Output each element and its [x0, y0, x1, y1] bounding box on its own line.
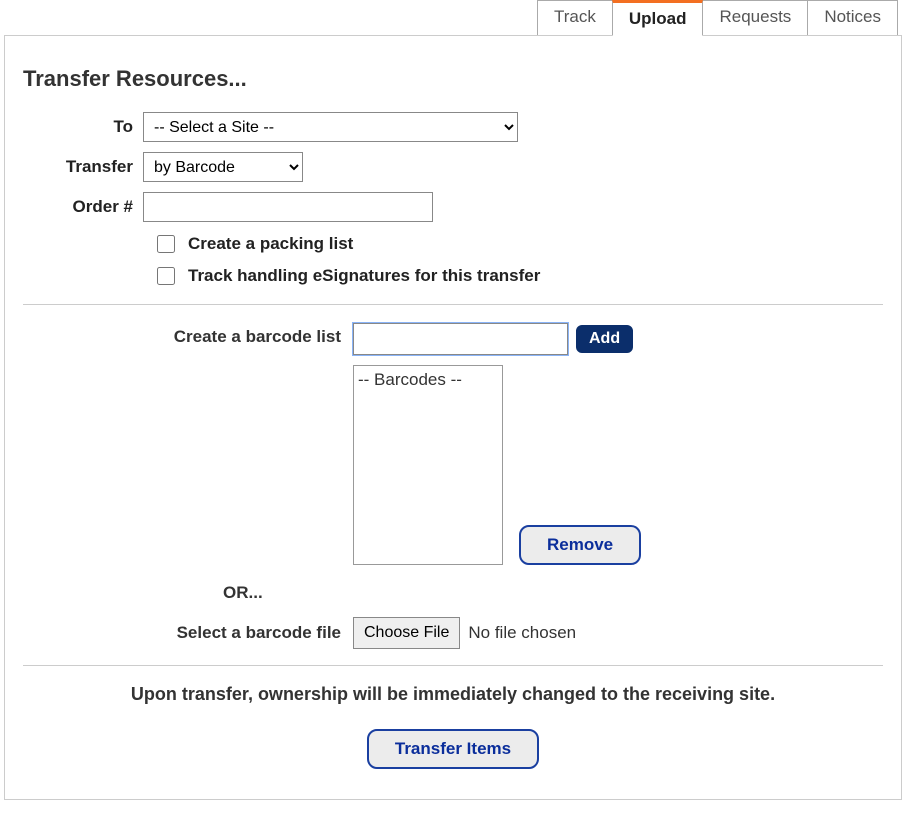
file-status: No file chosen [468, 623, 576, 643]
esign-label: Track handling eSignatures for this tran… [188, 266, 540, 286]
transfer-select[interactable]: by Barcode [143, 152, 303, 182]
site-select[interactable]: -- Select a Site -- [143, 112, 518, 142]
or-label: OR... [23, 583, 883, 603]
tab-track[interactable]: Track [537, 0, 613, 36]
select-file-label: Select a barcode file [23, 623, 353, 643]
to-label: To [23, 117, 143, 137]
barcode-list-placeholder: -- Barcodes -- [358, 370, 498, 390]
choose-file-button[interactable]: Choose File [353, 617, 460, 649]
divider-2 [23, 665, 883, 666]
transfer-notice: Upon transfer, ownership will be immedia… [23, 684, 883, 705]
tab-requests[interactable]: Requests [702, 0, 808, 36]
transfer-label: Transfer [23, 157, 143, 177]
packing-label: Create a packing list [188, 234, 353, 254]
create-barcode-label: Create a barcode list [23, 323, 353, 347]
add-button[interactable]: Add [576, 325, 633, 353]
barcode-input[interactable] [353, 323, 568, 355]
order-label: Order # [23, 197, 143, 217]
tab-upload[interactable]: Upload [612, 0, 704, 36]
tab-bar: Track Upload Requests Notices [0, 0, 906, 36]
divider [23, 304, 883, 305]
page-title: Transfer Resources... [23, 66, 883, 92]
upload-panel: Transfer Resources... To -- Select a Sit… [4, 35, 902, 800]
transfer-items-button[interactable]: Transfer Items [367, 729, 539, 769]
packing-checkbox[interactable] [157, 235, 175, 253]
tab-notices[interactable]: Notices [807, 0, 898, 36]
order-input[interactable] [143, 192, 433, 222]
esign-checkbox[interactable] [157, 267, 175, 285]
remove-button[interactable]: Remove [519, 525, 641, 565]
barcode-listbox[interactable]: -- Barcodes -- [353, 365, 503, 565]
